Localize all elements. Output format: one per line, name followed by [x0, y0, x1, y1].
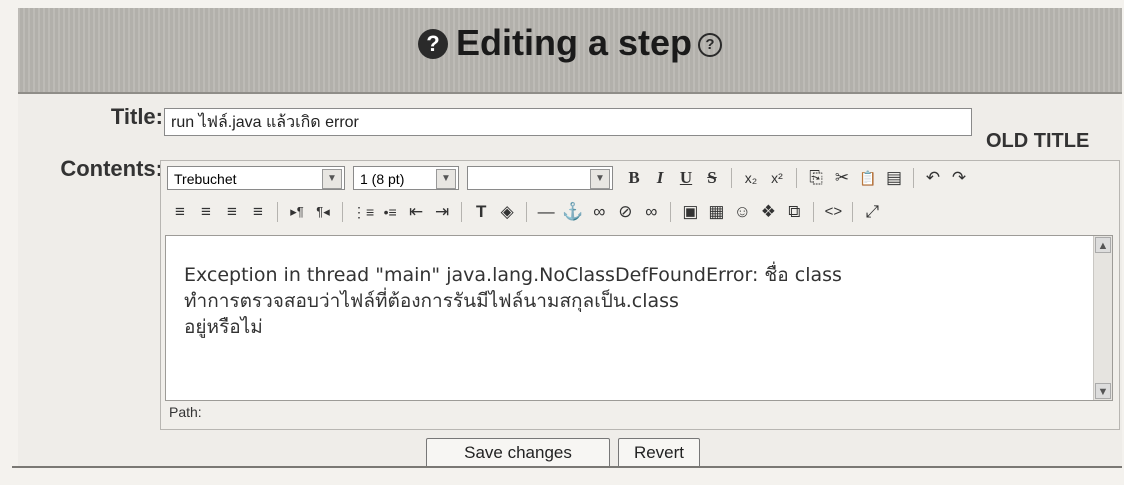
rich-text-editor: Trebuchet ▼ 1 (8 pt) ▼ ▼ B I U S x₂ x² ⎘… — [160, 160, 1120, 430]
content-line: ทำการตรวจสอบว่าไฟล์ที่ต้องการรันมีไฟล์นา… — [184, 290, 679, 312]
help-filled-icon[interactable]: ? — [417, 29, 448, 59]
help-outline-icon[interactable]: ? — [698, 33, 723, 57]
toolbar-row-1: Trebuchet ▼ 1 (8 pt) ▼ ▼ B I U S x₂ x² ⎘… — [167, 163, 972, 193]
table-icon[interactable]: ▦ — [706, 200, 726, 224]
unlink-icon[interactable]: ⊘ — [615, 200, 635, 224]
scroll-down-arrow-icon[interactable]: ▼ — [1095, 383, 1111, 399]
editor-scrollbar[interactable]: ▲ ▼ — [1093, 236, 1112, 400]
text-color-icon[interactable]: T — [471, 200, 491, 224]
smiley-icon[interactable]: ☺ — [732, 200, 752, 224]
chevron-down-icon[interactable]: ▼ — [436, 169, 456, 189]
link-icon[interactable]: ∞ — [589, 200, 609, 224]
save-changes-button[interactable]: Save changes — [426, 438, 610, 468]
page-title: Editing a step — [455, 22, 693, 63]
align-right-icon[interactable]: ≡ — [222, 200, 242, 224]
form-actions: Save changes Revert — [426, 438, 708, 468]
horizontal-rule-icon[interactable]: — — [536, 200, 556, 224]
content-line: อยู่หรือไม่ — [184, 316, 263, 338]
editor-content-area[interactable]: Exception in thread "main" java.lang.NoC… — [165, 235, 1113, 401]
font-size-value: 1 (8 pt) — [360, 171, 405, 187]
toolbar-separator — [852, 202, 854, 222]
indent-icon[interactable]: ⇥ — [432, 200, 452, 224]
redo-icon[interactable]: ↷ — [949, 166, 969, 190]
toolbar-separator — [526, 202, 528, 222]
ordered-list-icon[interactable]: ⋮≡ — [352, 200, 374, 224]
chevron-down-icon[interactable]: ▼ — [590, 169, 610, 189]
font-size-select[interactable]: 1 (8 pt) ▼ — [353, 166, 459, 190]
copy-icon[interactable]: ⎘ — [806, 166, 826, 190]
scroll-up-arrow-icon[interactable]: ▲ — [1095, 237, 1111, 253]
superscript-icon[interactable]: x² — [767, 166, 787, 190]
old-title-label: OLD TITLE — [986, 130, 1090, 152]
toolbar-separator — [342, 202, 343, 222]
bold-icon[interactable]: B — [624, 166, 644, 190]
strikethrough-icon[interactable]: S — [702, 166, 722, 190]
edit-form: Title: run ไฟล์.java แล้วเกิด error OLD … — [18, 94, 1122, 468]
unordered-list-icon[interactable]: •≡ — [380, 200, 400, 224]
search-replace-icon[interactable]: ⧉ — [784, 200, 804, 224]
html-source-icon[interactable]: <> — [823, 200, 843, 224]
subscript-icon[interactable]: x₂ — [741, 166, 761, 190]
chevron-down-icon[interactable]: ▼ — [322, 169, 342, 189]
toolbar-separator — [731, 168, 732, 188]
format-select[interactable]: ▼ — [467, 166, 613, 190]
editor-path-bar: Path: — [169, 404, 202, 420]
italic-icon[interactable]: I — [650, 166, 670, 190]
divider — [12, 466, 1122, 468]
page: ? Editing a step? Title: run ไฟล์.java แล… — [0, 0, 1124, 485]
toolbar-separator — [796, 168, 797, 188]
nolink-icon[interactable]: ∞ — [641, 200, 661, 224]
contents-label: Contents: — [60, 156, 163, 181]
toolbar-row-2: ≡ ≡ ≡ ≡ ▸¶ ¶◂ ⋮≡ •≡ ⇤ ⇥ T ◈ — ⚓ ∞ ⊘ ∞ ▣ … — [167, 197, 885, 227]
anchor-icon[interactable]: ⚓ — [562, 200, 583, 224]
outdent-icon[interactable]: ⇤ — [406, 200, 426, 224]
undo-icon[interactable]: ↶ — [923, 166, 943, 190]
font-family-value: Trebuchet — [174, 171, 237, 187]
title-input[interactable]: run ไฟล์.java แล้วเกิด error — [164, 108, 972, 136]
underline-icon[interactable]: U — [676, 166, 696, 190]
toolbar-separator — [277, 202, 278, 222]
special-char-icon[interactable]: ❖ — [758, 200, 778, 224]
background-color-icon[interactable]: ◈ — [497, 200, 517, 224]
fullscreen-icon[interactable]: ⤢ — [862, 200, 882, 224]
page-header: ? Editing a step? — [18, 8, 1122, 94]
paste-icon[interactable]: 📋 — [858, 166, 878, 190]
align-center-icon[interactable]: ≡ — [196, 200, 216, 224]
editor-content-text[interactable]: Exception in thread "main" java.lang.NoC… — [184, 262, 1064, 340]
font-family-select[interactable]: Trebuchet ▼ — [167, 166, 345, 190]
header-title-row: ? Editing a step? — [18, 22, 1122, 64]
content-line: Exception in thread "main" java.lang.NoC… — [184, 264, 842, 286]
title-label: Title: — [110, 104, 163, 129]
toolbar-separator — [913, 168, 914, 188]
cut-icon[interactable]: ✂ — [832, 166, 852, 190]
align-left-icon[interactable]: ≡ — [170, 200, 190, 224]
toolbar-separator — [670, 202, 672, 222]
paste-word-icon[interactable]: ▤ — [884, 166, 904, 190]
revert-button[interactable]: Revert — [618, 438, 700, 468]
toolbar-separator — [813, 202, 815, 222]
justify-icon[interactable]: ≡ — [248, 200, 268, 224]
toolbar-separator — [461, 202, 463, 222]
ltr-icon[interactable]: ▸¶ — [287, 200, 307, 224]
rtl-icon[interactable]: ¶◂ — [313, 200, 333, 224]
image-icon[interactable]: ▣ — [680, 200, 700, 224]
